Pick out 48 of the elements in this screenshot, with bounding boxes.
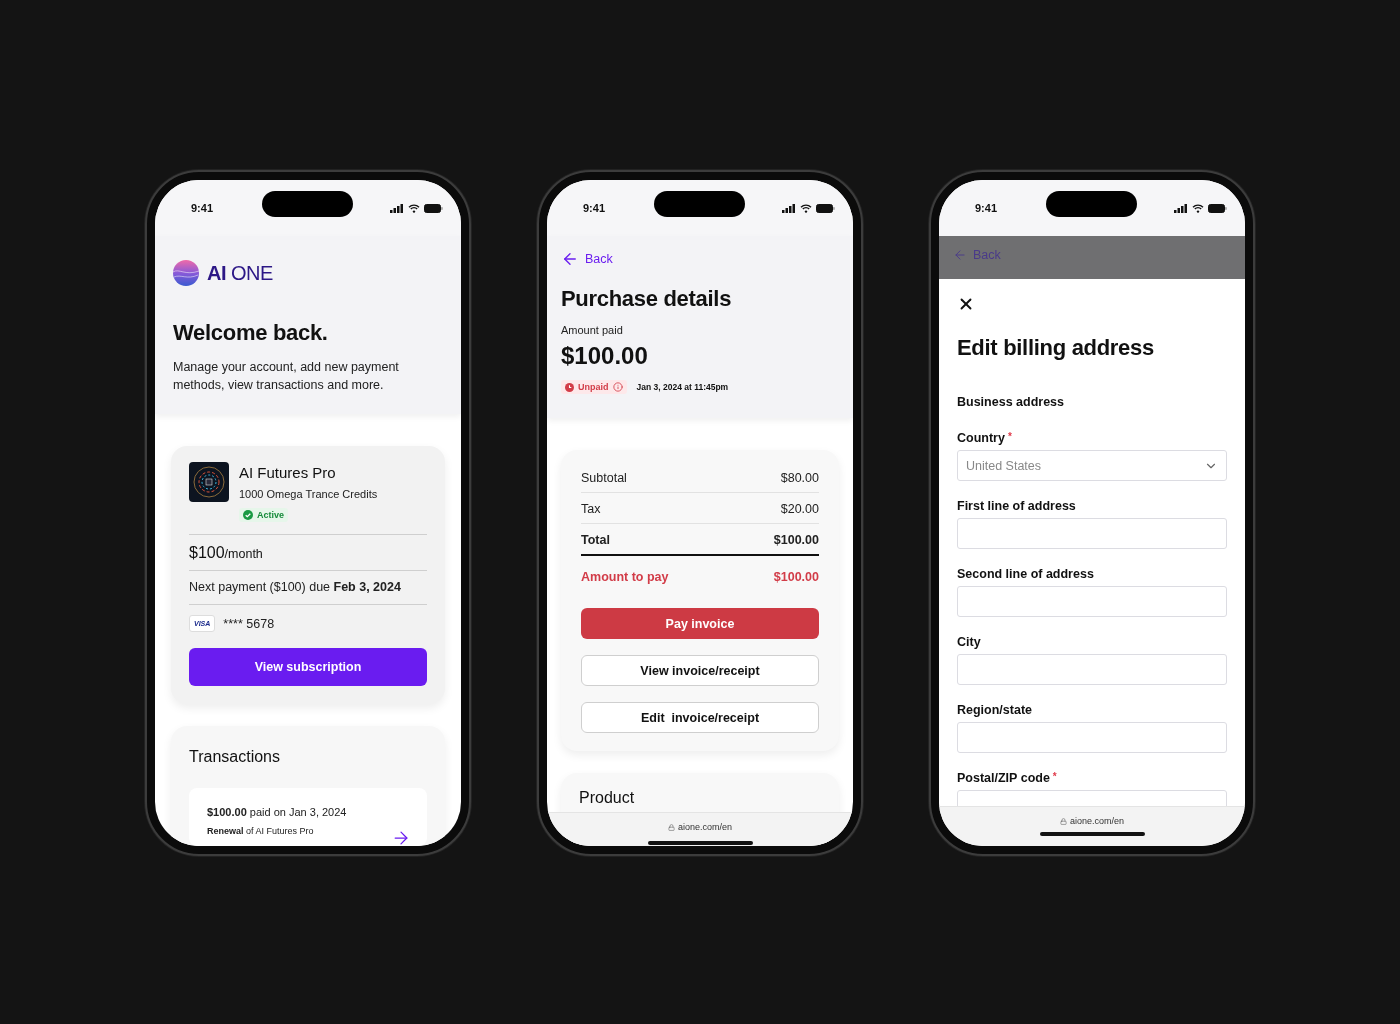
url-text[interactable]: aione.com/en: [1059, 816, 1124, 826]
section-title: Product: [579, 789, 636, 807]
page-heading: Purchase details: [561, 286, 733, 312]
field-label: Second line of address: [957, 567, 1094, 581]
url-text[interactable]: aione.com/en: [667, 822, 732, 832]
transaction-item[interactable]: $100.00 paid on Jan 3, 2024 Renewal of AI Futures Pro: [189, 788, 427, 846]
back-link[interactable]: Back: [561, 250, 613, 268]
line-value: $20.00: [780, 502, 819, 516]
line-value: $100.00: [773, 533, 819, 547]
action-button[interactable]: View invoice/receipt: [581, 655, 819, 686]
required-mark: *: [1007, 431, 1012, 444]
sheet-heading: Edit billing address: [957, 335, 1155, 361]
status-time: 9:41: [975, 202, 998, 214]
field-label: First line of address: [957, 499, 1076, 513]
section-title: Transactions: [189, 748, 281, 766]
required-mark: *: [1052, 771, 1057, 784]
action-button[interactable]: Pay invoice: [581, 608, 819, 639]
line-label: Tax: [581, 502, 601, 516]
credits-text: 1000 Omega Trance Credits: [239, 488, 378, 500]
section-subheading: Business address: [957, 395, 1065, 409]
field-label: Country: [957, 431, 1005, 445]
field-label: City: [957, 635, 981, 649]
field-label: Postal/ZIP code: [957, 771, 1050, 785]
product-title: AI Futures Pro: [239, 464, 337, 481]
amount-value: $100.00: [561, 342, 649, 370]
line-value: $100.00: [773, 570, 819, 584]
price-text: $100/month: [189, 544, 263, 562]
line-label: Amount to pay: [581, 570, 669, 584]
country-select[interactable]: United States: [957, 450, 1227, 481]
field-label: Region/state: [957, 703, 1032, 717]
line-label: Subtotal: [581, 471, 627, 485]
status-badge: Active: [239, 508, 288, 522]
next-payment-text: Next payment ($100) due Feb 3, 2024: [189, 580, 401, 594]
transaction-detail: Renewal of AI Futures Pro: [207, 826, 315, 836]
page-heading: Welcome back.: [173, 320, 329, 346]
status-badge: Unpaid: [561, 380, 627, 394]
status-time: 9:41: [583, 202, 606, 214]
status-time: 9:41: [191, 202, 214, 214]
action-button[interactable]: Edit invoice/receipt: [581, 702, 819, 733]
card-number: **** 5678: [223, 616, 275, 631]
view-subscription-button[interactable]: View subscription: [189, 648, 427, 686]
line-value: $80.00: [780, 471, 819, 485]
line-label: Total: [581, 533, 610, 547]
transaction-summary: $100.00 paid on Jan 3, 2024: [207, 806, 348, 818]
logo-text: AI ONE: [207, 261, 273, 285]
amount-label: Amount paid: [561, 324, 624, 336]
intro-text: Manage your account, add new payment methods, view transactions and more.: [173, 359, 400, 394]
date-text: Jan 3, 2024 at 11:45pm: [636, 382, 729, 392]
